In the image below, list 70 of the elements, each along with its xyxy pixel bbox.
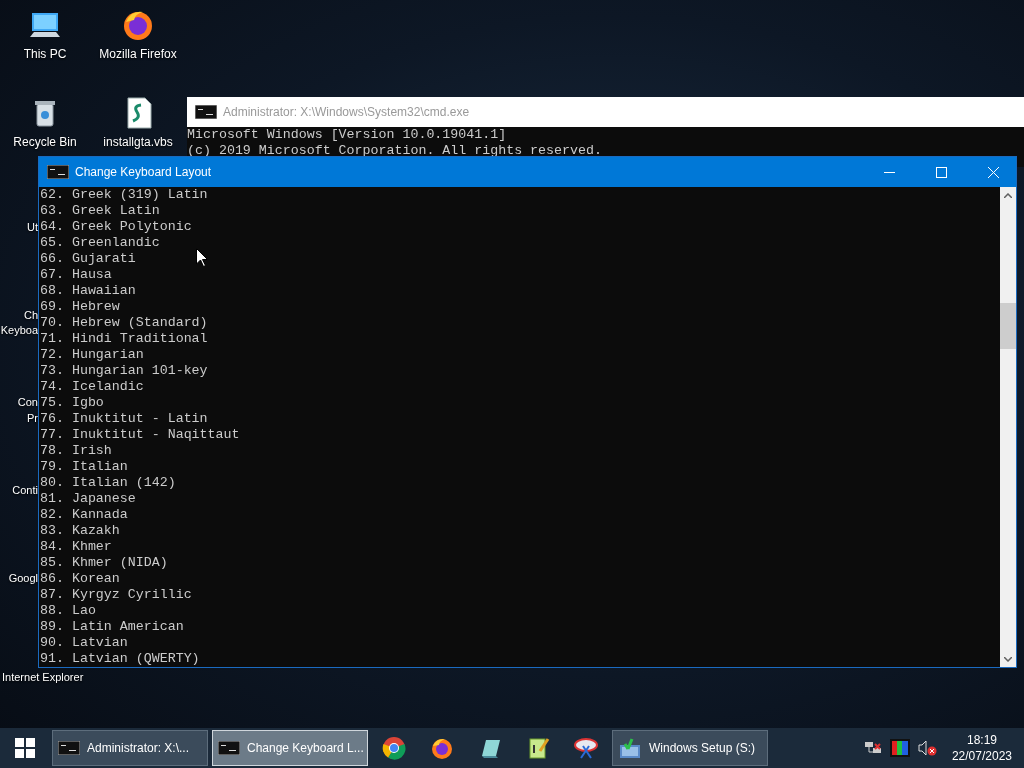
console-line: 62. Greek (319) Latin [40,187,208,203]
windows-logo-icon [15,738,35,758]
icon-label: Googl [8,571,38,586]
console-line: 74. Icelandic [40,379,144,395]
console-line: 73. Hungarian 101-key [40,363,208,379]
icon-label: Mozilla Firefox [99,46,177,62]
maximize-icon [935,166,947,178]
console-line: 86. Korean [40,571,120,587]
icon-label: Ch [23,308,38,323]
console-line: 69. Hebrew [40,299,120,315]
console-line: 81. Japanese [40,491,136,507]
close-icon [987,166,999,178]
icon-label: installgta.vbs [103,134,173,150]
scroll-thumb[interactable] [1000,303,1016,349]
console-line: Microsoft Windows [Version 10.0.19041.1] [187,127,508,143]
icon-label: This PC [23,46,67,62]
console-line: 85. Khmer (NIDA) [40,555,168,571]
console-line: 76. Inuktitut - Latin [40,411,208,427]
color-display-icon[interactable] [889,739,910,757]
console-line: 89. Latin American [40,619,184,635]
minimize-icon [883,171,895,173]
taskbar-button[interactable]: Change Keyboard L... [212,730,368,766]
console-icon [58,741,80,755]
muted-speaker-icon[interactable] [917,740,938,756]
console-line: 90. Latvian [40,635,128,651]
console-line: 79. Italian [40,459,128,475]
console-line: 77. Inuktitut - Naqittaut [40,427,240,443]
console-line: 68. Hawaiian [40,283,136,299]
firefox-icon[interactable] [430,736,454,760]
console-line: 75. Igbo [40,395,104,411]
console-line: 82. Kannada [40,507,128,523]
console-line: (c) 2019 Microsoft Corporation. All rights reserved. [187,143,603,159]
network-error-icon[interactable] [863,740,882,756]
console-line: 65. Greenlandic [40,235,160,251]
console-line: 70. Hebrew (Standard) [40,315,208,331]
console-line: 64. Greek Polytonic [40,219,192,235]
console-line: 78. Irish [40,443,112,459]
console-icon [218,741,240,755]
console-line: 67. Hausa [40,267,112,283]
clock-time[interactable]: 18:19 [966,732,997,748]
icon-label: Con [17,395,38,410]
notepad-icon[interactable] [526,736,550,760]
console-line: 87. Kyrgyz Cyrillic [40,587,192,603]
console-line: 83. Kazakh [40,523,120,539]
icon-label: Keyboa [0,323,38,338]
console-line: 63. Greek Latin [40,203,160,219]
window-title: Administrator: X:\Windows\System32\cmd.exe [223,104,470,121]
window-title: Change Keyboard Layout [75,164,213,181]
console-line: 84. Khmer [40,539,112,555]
console-line: 66. Gujarati [40,251,136,267]
scissors-icon[interactable] [573,736,599,760]
console-icon [195,105,217,119]
taskbar-button[interactable]: Administrator: X:\... [52,730,208,766]
icon-label: Internet Explorer [2,670,84,685]
chrome-icon[interactable] [382,736,406,760]
setup-icon [618,737,642,759]
icon-label: Pr [27,411,38,426]
icon-label: Recycle Bin [13,134,77,150]
console-line: 72. Hungarian [40,347,144,363]
scrollbar[interactable] [1000,187,1016,667]
console-line: 80. Italian (142) [40,475,176,491]
taskbar-button[interactable]: Windows Setup (S:) [612,730,768,766]
mouse-cursor-icon [196,248,208,267]
icon-label: Conti [12,483,38,498]
console-line: 88. Lao [40,603,96,619]
console-icon [47,165,69,179]
console-line: 71. Hindi Traditional [40,331,208,347]
console-line: 91. Latvian (QWERTY) [40,651,200,667]
clock-date[interactable]: 22/07/2023 [951,748,1012,764]
icon-label: Ut [27,220,38,235]
